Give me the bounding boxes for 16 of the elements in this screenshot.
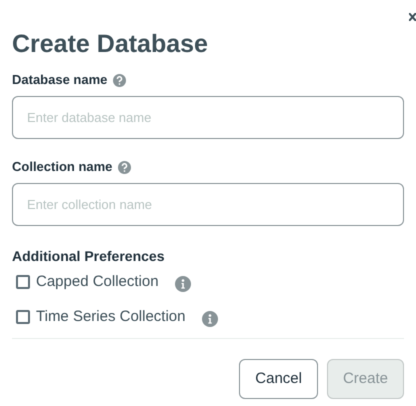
checkbox-label: Capped Collection: [36, 272, 159, 292]
checkbox[interactable]: [16, 275, 30, 289]
text-field[interactable]: Enter collection name: [12, 183, 404, 226]
section-heading: Additional Preferences: [12, 248, 166, 264]
text-field[interactable]: Enter database name: [12, 96, 404, 139]
info-icon[interactable]: [174, 276, 191, 292]
info-icon[interactable]: [202, 310, 218, 326]
field-label: Collection name: [12, 159, 112, 175]
field-label: Database name: [12, 72, 108, 88]
dialog-title: Create Database: [12, 29, 209, 60]
help-icon[interactable]: [118, 160, 132, 174]
checkbox[interactable]: [16, 310, 30, 324]
checkbox-label: Time Series Collection: [36, 306, 186, 327]
close-icon[interactable]: [409, 13, 416, 21]
cancel-button[interactable]: Cancel: [239, 359, 318, 399]
help-icon[interactable]: [113, 74, 126, 86]
